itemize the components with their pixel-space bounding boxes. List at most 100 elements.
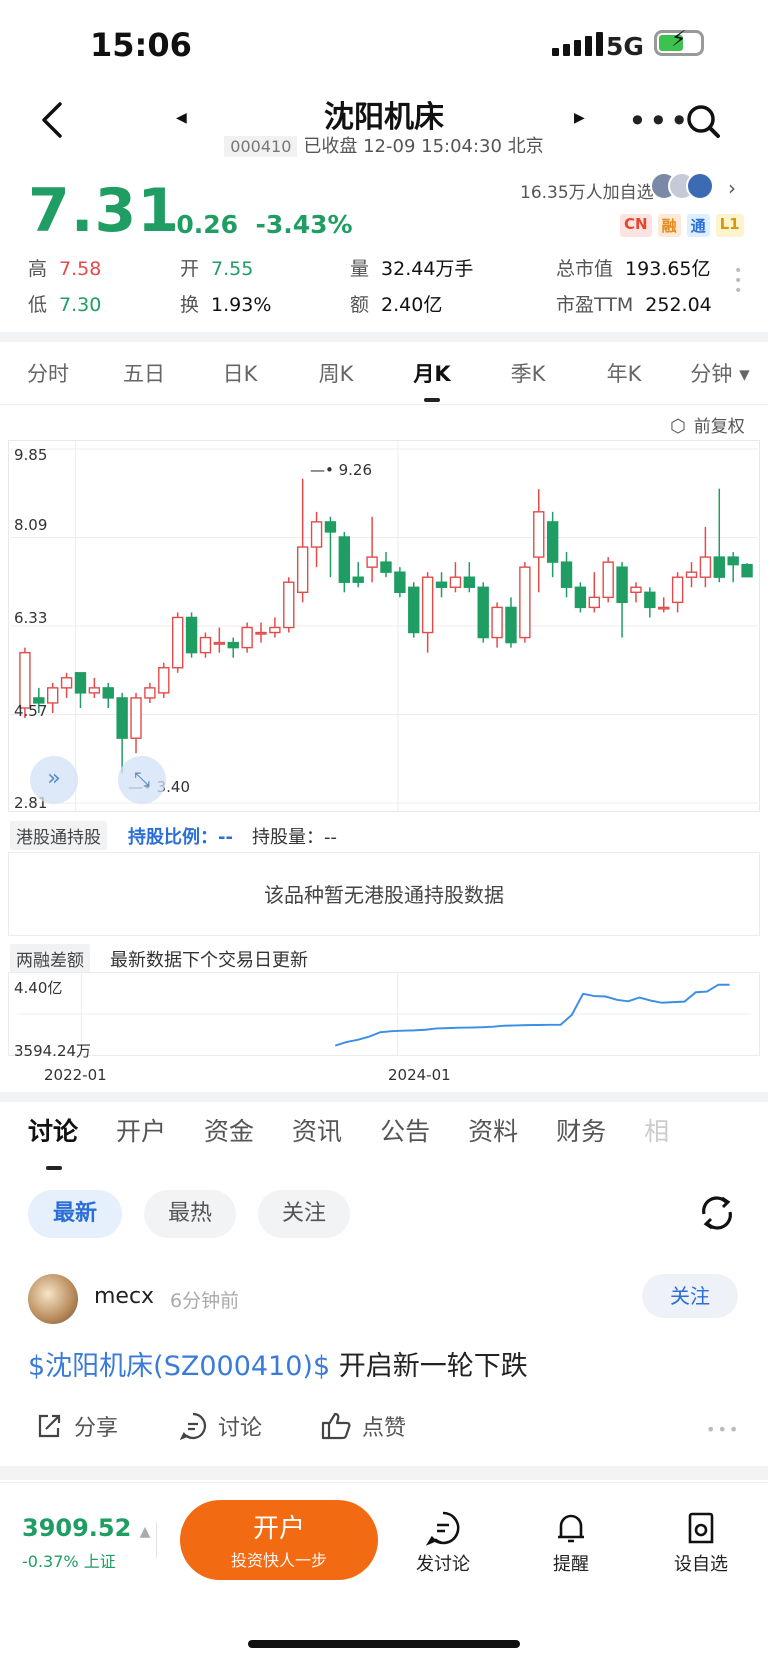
candle-body <box>47 687 59 704</box>
candle-body <box>324 521 337 533</box>
settings-hex-icon: ⬡ <box>670 416 686 437</box>
candle-body <box>630 586 642 593</box>
y-tick: 4.40亿 <box>14 979 63 997</box>
candle-body <box>158 667 170 694</box>
badge-connect: 通 <box>686 214 710 237</box>
more-icon[interactable]: ••• <box>628 102 691 140</box>
tab-quarterly-k[interactable]: 季K <box>480 348 576 404</box>
candle-body <box>658 606 670 610</box>
candle-body <box>296 546 309 593</box>
avatar <box>686 172 714 200</box>
index-value[interactable]: 3909.52 ▲ <box>22 1514 150 1542</box>
refresh-icon[interactable] <box>696 1192 738 1234</box>
candle-body <box>588 596 600 609</box>
tab-finance[interactable]: 财务 <box>556 1112 606 1148</box>
thumbs-up-icon <box>321 1412 351 1440</box>
candle-body <box>671 576 684 604</box>
add-watchlist-button[interactable]: 设自选 <box>656 1510 746 1576</box>
tab-more[interactable]: 相 <box>644 1112 669 1148</box>
avatar[interactable] <box>28 1274 78 1324</box>
tab-daily-k[interactable]: 日K <box>192 348 288 404</box>
candle-body <box>699 556 712 578</box>
candle-body <box>60 677 73 689</box>
max-price-label: —• 9.26 <box>310 461 373 479</box>
follower-avatars[interactable] <box>650 172 714 200</box>
tab-intraday[interactable]: 分时 <box>0 348 96 404</box>
tab-profile[interactable]: 资料 <box>468 1112 518 1148</box>
stat-market-cap: 总市值 193.65亿 <box>556 258 711 280</box>
stat-amount: 额 2.40亿 <box>350 294 443 316</box>
candle-body <box>144 687 156 699</box>
post-content[interactable]: $沈阳机床(SZ000410)$ 开启新一轮下跌 <box>28 1344 528 1383</box>
hk-quantity: 持股量：-- <box>252 827 337 848</box>
tab-news[interactable]: 资讯 <box>292 1112 342 1148</box>
divider <box>0 332 768 342</box>
candle-body <box>644 591 656 609</box>
y-tick: 8.09 <box>14 516 48 534</box>
candle-body <box>463 576 476 588</box>
like-button[interactable]: 点赞 <box>320 1410 406 1442</box>
post-more-icon[interactable]: ••• <box>706 1420 740 1439</box>
margin-line-chart[interactable] <box>8 972 760 1056</box>
post-time: 6分钟前 <box>170 1290 240 1312</box>
candle-body <box>477 586 489 639</box>
tab-weekly-k[interactable]: 周K <box>288 348 384 404</box>
fullscreen-icon[interactable]: ⤡ <box>118 756 166 804</box>
follow-button[interactable]: 关注 <box>642 1274 738 1318</box>
search-icon[interactable] <box>684 102 724 142</box>
open-account-button[interactable]: 开户 投资快人一步 <box>180 1500 378 1580</box>
tab-five-day[interactable]: 五日 <box>96 348 192 404</box>
x-tick: 2024-01 <box>388 1066 451 1084</box>
filter-latest[interactable]: 最新 <box>28 1190 122 1238</box>
post-discussion-button[interactable]: 发讨论 <box>398 1510 488 1576</box>
candle-body <box>741 563 753 578</box>
tab-monthly-k[interactable]: 月K <box>384 348 480 404</box>
badge-l1: L1 <box>715 214 744 237</box>
comment-button[interactable]: 讨论 <box>178 1410 262 1442</box>
stat-pe: 市盈TTM 252.04 <box>556 294 712 316</box>
candle-body <box>727 556 739 566</box>
candle-body <box>283 581 295 629</box>
add-watchlist-icon <box>688 1512 714 1544</box>
hk-connect-label: 港股通持股 <box>10 821 107 850</box>
tab-discuss[interactable]: 讨论 <box>28 1112 78 1170</box>
candle-body <box>185 616 198 654</box>
reminder-button[interactable]: 提醒 <box>526 1510 616 1576</box>
divider <box>0 404 768 405</box>
candle-body <box>74 672 87 694</box>
bottom-toolbar <box>0 1482 768 1662</box>
battery-icon: ⚡ <box>654 27 704 56</box>
tab-announcements[interactable]: 公告 <box>380 1112 430 1148</box>
more-stats-icon[interactable]: • • • <box>734 264 742 298</box>
tab-minute[interactable]: 分钟 ▾ <box>672 348 768 404</box>
tab-open-account[interactable]: 开户 <box>116 1112 166 1148</box>
post-username[interactable]: mecx <box>94 1284 154 1309</box>
candle-body <box>408 586 420 634</box>
tab-funds[interactable]: 资金 <box>204 1112 254 1148</box>
candle-body <box>602 561 614 599</box>
candle-body <box>213 641 226 645</box>
kline-chart[interactable] <box>8 440 760 812</box>
candle-body <box>491 606 503 639</box>
stat-high: 高 7.58 <box>28 258 102 280</box>
candle-body <box>116 697 128 739</box>
tab-yearly-k[interactable]: 年K <box>576 348 672 404</box>
share-button[interactable]: 分享 <box>34 1410 118 1442</box>
change-pct: -3.43% <box>255 210 353 239</box>
next-stock-icon[interactable]: ▶ <box>574 110 585 126</box>
stat-open: 开 7.55 <box>180 258 254 280</box>
candle-body <box>713 556 725 578</box>
y-tick: 6.33 <box>14 609 48 627</box>
stock-tag-link[interactable]: $沈阳机床(SZ000410)$ <box>28 1351 330 1382</box>
adjust-toggle[interactable]: ⬡ 前复权 <box>670 412 745 437</box>
network-label: 5G <box>606 32 644 61</box>
filter-following[interactable]: 关注 <box>258 1190 350 1238</box>
candle-body <box>519 566 531 639</box>
expand-panel-icon[interactable]: » <box>30 756 78 804</box>
followers-count[interactable]: 16.35万人加自选 <box>520 178 654 203</box>
chevron-right-icon[interactable]: › <box>728 176 736 200</box>
filter-hot[interactable]: 最热 <box>144 1190 236 1238</box>
candle-body <box>199 636 212 654</box>
margin-series-line <box>334 983 730 1047</box>
comment-icon <box>425 1511 460 1546</box>
